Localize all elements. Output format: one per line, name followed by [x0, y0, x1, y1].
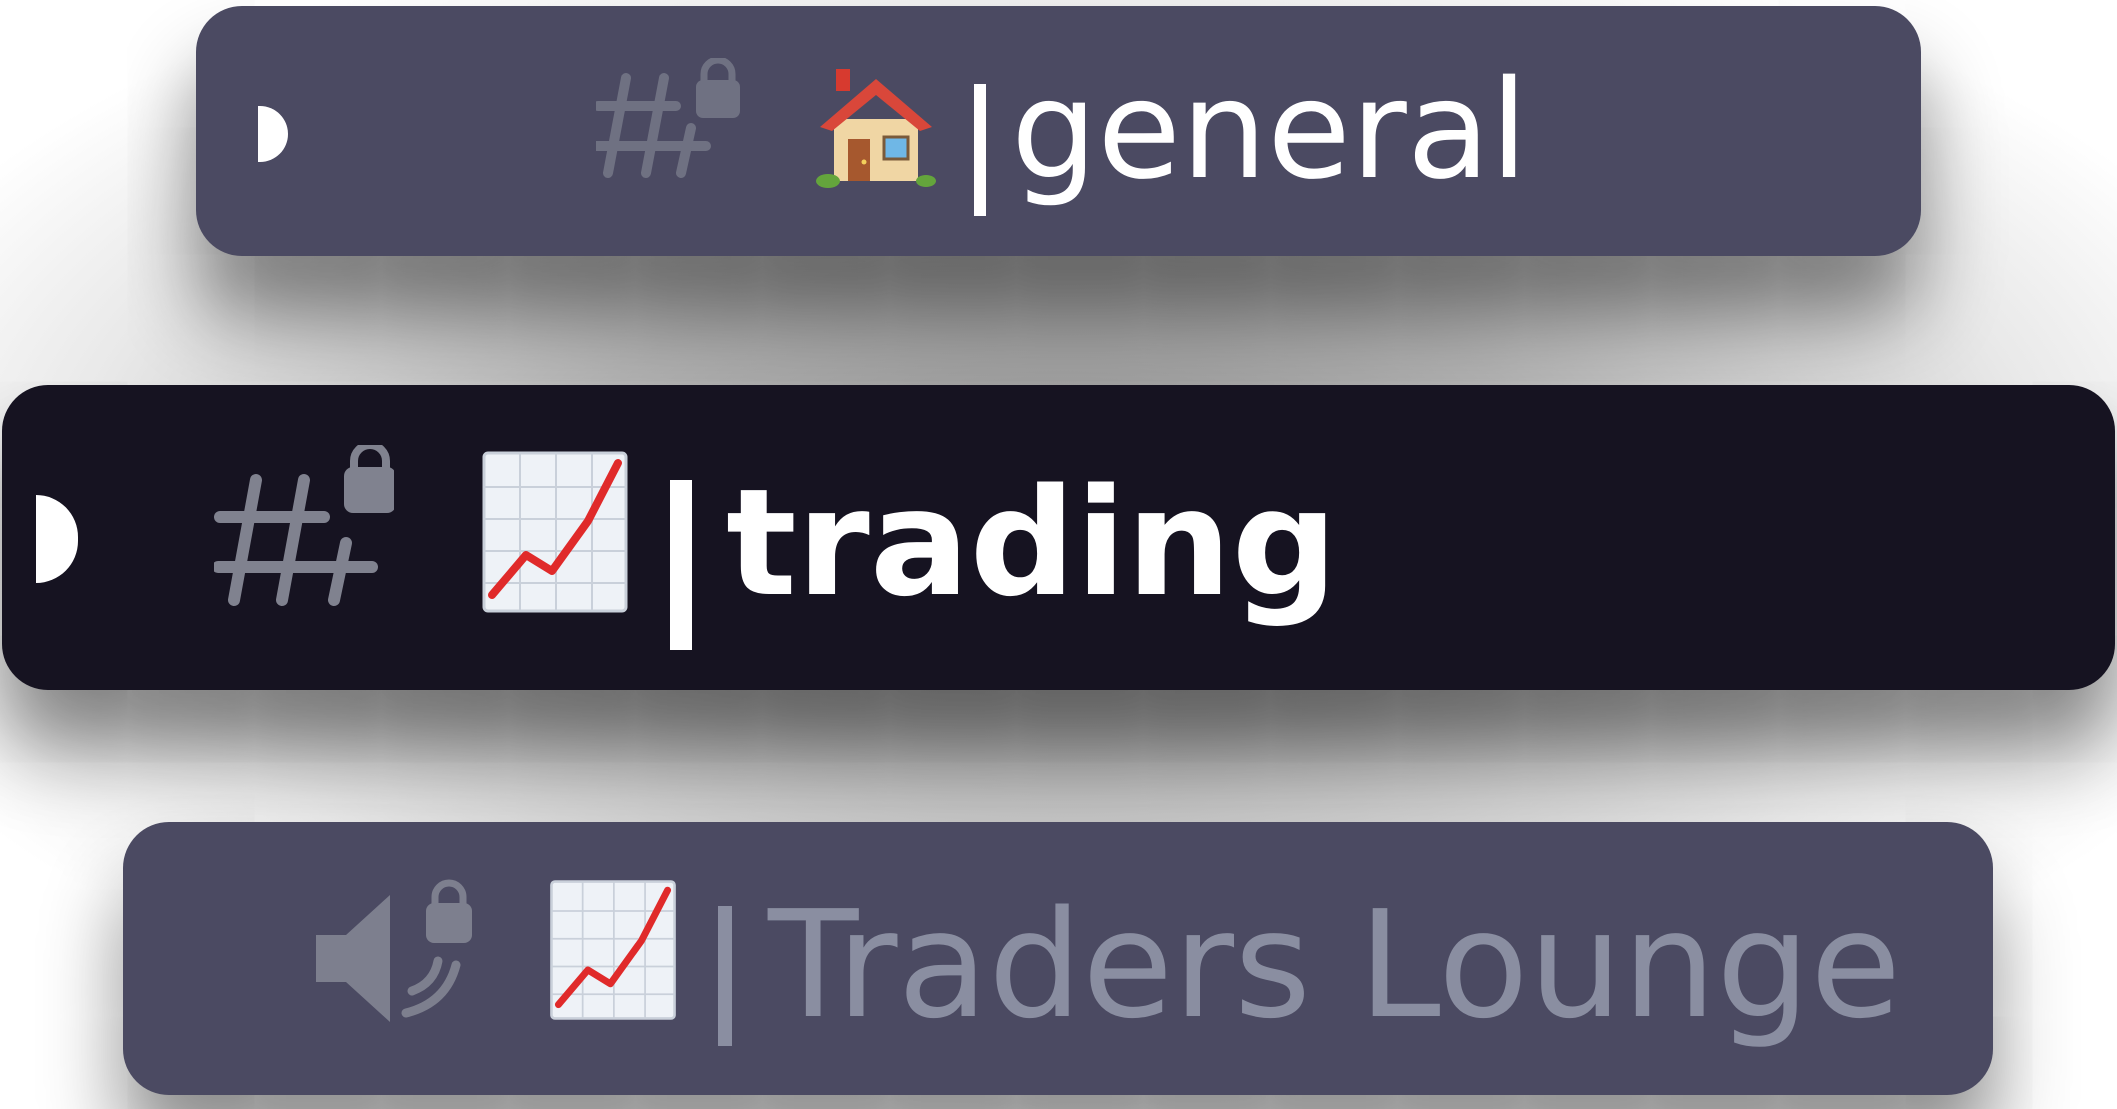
unread-indicator [258, 106, 288, 162]
channel-name: trading [726, 457, 1338, 629]
selected-indicator [36, 495, 78, 583]
channel-name: general [1011, 52, 1528, 210]
locked-text-channel-icon [596, 58, 746, 178]
channel-item-traders-lounge[interactable]: Traders Lounge [123, 822, 1993, 1095]
channel-item-trading[interactable]: trading [2, 385, 2115, 690]
chart-increasing-emoji [480, 447, 630, 617]
channel-item-general[interactable]: general [196, 6, 1921, 256]
channel-name: Traders Lounge [768, 879, 1902, 1051]
separator-bar [718, 906, 732, 1046]
separator-bar [670, 480, 692, 650]
locked-voice-channel-icon [308, 877, 478, 1037]
locked-text-channel-icon [214, 445, 394, 625]
chart-increasing-emoji [548, 874, 678, 1026]
separator-bar [974, 84, 986, 216]
house-emoji [811, 64, 941, 194]
